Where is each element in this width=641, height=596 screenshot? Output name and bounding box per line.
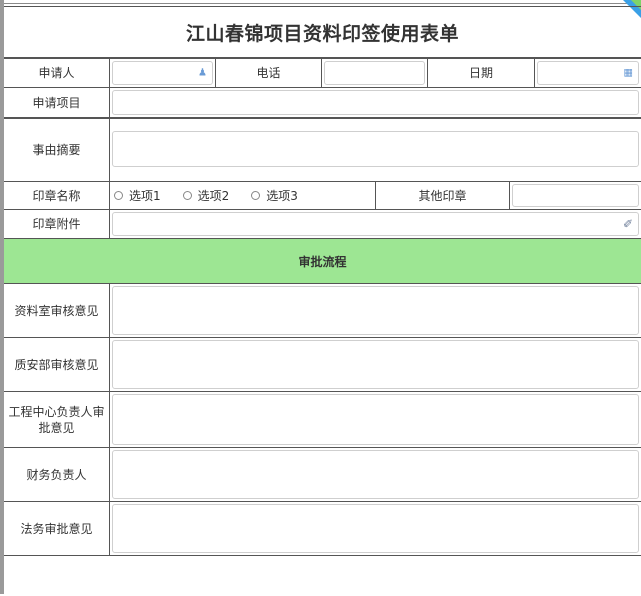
date-cell: ▦ — [535, 59, 641, 87]
summary-textarea[interactable] — [112, 131, 639, 167]
approval-textarea-archives[interactable] — [112, 286, 639, 335]
row-summary: 事由摘要 — [4, 118, 641, 182]
top-border — [4, 3, 641, 4]
applicant-label: 申请人 — [4, 59, 110, 87]
seal-option-3-label: 选项3 — [266, 189, 298, 203]
row-applicant: 申请人 ♟ 电话 日期 ▦ — [4, 59, 641, 88]
project-label: 申请项目 — [4, 88, 110, 117]
approval-textarea-legal[interactable] — [112, 504, 639, 553]
form-title: 江山春锦项目资料印签使用表单 — [185, 22, 459, 45]
date-label: 日期 — [428, 59, 535, 87]
attachment-label: 印章附件 — [4, 210, 110, 238]
seal-option-2[interactable]: 选项2 — [182, 187, 230, 204]
applicant-input[interactable]: ♟ — [112, 61, 213, 85]
radio-circle-icon[interactable] — [182, 191, 192, 200]
applicant-cell: ♟ — [110, 59, 216, 87]
seal-option-1[interactable]: 选项1 — [114, 187, 161, 204]
approval-textarea-quality[interactable] — [112, 340, 639, 389]
approval-label-engineering: 工程中心负责人审批意见 — [4, 392, 110, 447]
form-bottom-space — [4, 556, 641, 596]
approval-row-engineering: 工程中心负责人审批意见 — [4, 392, 641, 448]
row-attachment: 印章附件 ✐ — [4, 210, 641, 239]
approval-label-quality: 质安部审核意见 — [4, 338, 110, 391]
person-icon[interactable]: ♟ — [198, 68, 207, 79]
seal-option-3[interactable]: 选项3 — [251, 187, 298, 204]
approval-section-header: 审批流程 — [4, 239, 641, 284]
attachment-input[interactable]: ✐ — [112, 212, 639, 236]
other-seal-cell — [510, 182, 641, 209]
calendar-icon[interactable]: ▦ — [624, 68, 633, 79]
seal-label: 印章名称 — [4, 182, 110, 209]
date-input[interactable]: ▦ — [537, 61, 639, 85]
approval-row-quality: 质安部审核意见 — [4, 338, 641, 392]
seal-option-1-label: 选项1 — [129, 189, 161, 203]
summary-label: 事由摘要 — [4, 119, 110, 181]
summary-cell — [110, 119, 641, 181]
approval-textarea-finance[interactable] — [112, 450, 639, 499]
form-header: 江山春锦项目资料印签使用表单 — [4, 6, 641, 59]
paperclip-icon[interactable]: ✐ — [623, 217, 633, 231]
approval-cell-quality — [110, 338, 641, 391]
attachment-cell: ✐ — [110, 210, 641, 238]
approval-cell-finance — [110, 448, 641, 501]
approval-label-finance: 财务负责人 — [4, 448, 110, 501]
phone-label: 电话 — [216, 59, 322, 87]
approval-cell-archives — [110, 284, 641, 337]
approval-row-legal: 法务审批意见 — [4, 502, 641, 556]
row-project: 申请项目 — [4, 88, 641, 118]
approval-row-finance: 财务负责人 — [4, 448, 641, 502]
radio-circle-icon[interactable] — [114, 191, 123, 200]
project-input[interactable] — [112, 90, 639, 115]
approval-label-archives: 资料室审核意见 — [4, 284, 110, 337]
seal-options: 选项1 选项2 选项3 — [110, 182, 376, 209]
approval-cell-engineering — [110, 392, 641, 447]
seal-usage-form: 江山春锦项目资料印签使用表单 申请人 ♟ 电话 日期 ▦ 申请项目 事由摘要 印… — [4, 6, 641, 596]
approval-label-legal: 法务审批意见 — [4, 502, 110, 555]
phone-input[interactable] — [324, 61, 425, 85]
other-seal-input[interactable] — [512, 184, 639, 207]
radio-circle-icon[interactable] — [251, 191, 261, 200]
seal-option-2-label: 选项2 — [197, 189, 230, 203]
project-cell — [110, 88, 641, 117]
approval-textarea-engineering[interactable] — [112, 394, 639, 445]
other-seal-label: 其他印章 — [376, 182, 510, 209]
row-seal: 印章名称 选项1 选项2 选项3 其他印章 — [4, 182, 641, 210]
phone-cell — [322, 59, 428, 87]
approval-cell-legal — [110, 502, 641, 555]
approval-row-archives: 资料室审核意见 — [4, 284, 641, 338]
